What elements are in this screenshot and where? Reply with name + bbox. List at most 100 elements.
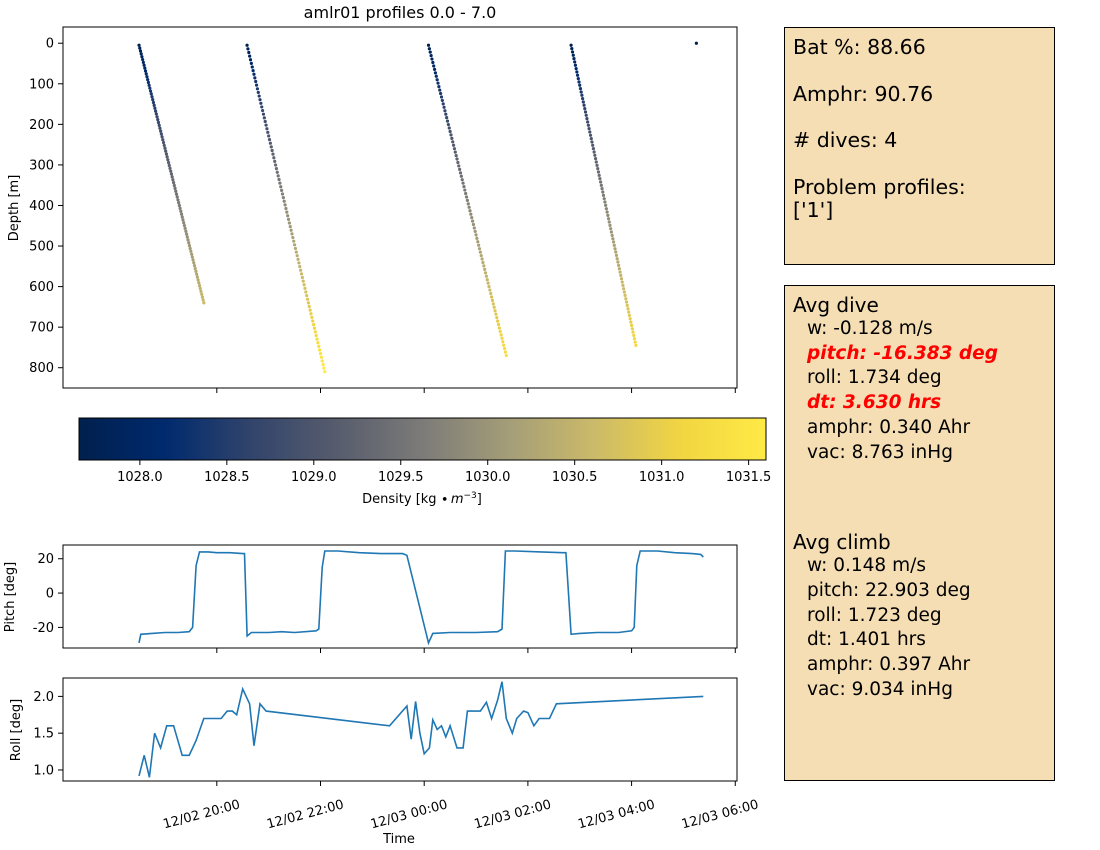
profile-point: [280, 192, 285, 196]
avg-climb-item: dt: 1.401 hrs: [807, 629, 926, 651]
x-tick-label: 12/03 02:00: [473, 797, 553, 832]
profile-point: [454, 153, 458, 158]
profile-point: [177, 203, 181, 208]
profile-point: [489, 291, 493, 296]
profile-point: [629, 320, 633, 324]
avg-climb-list: w: 0.148 m/s pitch: 22.903 deg roll: 1.723…: [793, 554, 1054, 702]
profile-point: [576, 77, 580, 81]
profile-point: [474, 233, 478, 237]
profile-point: [582, 103, 586, 107]
depth-axes-frame: [62, 26, 738, 389]
dive-count: # dives: 4: [793, 128, 898, 152]
profile-point: [160, 135, 164, 139]
profile-point: [468, 209, 472, 213]
profile-point: [267, 134, 271, 138]
profile-point: [184, 229, 188, 233]
profile-point: [498, 329, 502, 334]
profile-point: [146, 80, 151, 85]
avg-climb-item: w: 0.148 m/s: [807, 555, 926, 577]
colorbar-ticks: 1028.0 1028.5 1029.0 1029.5 1030.0 1030.5 1031…: [117, 460, 771, 485]
profile-point: [144, 72, 148, 76]
roll-x-ticks: 12/02 20:00 12/02 22:00 12/03 00:00 12/03 0…: [162, 781, 760, 832]
profile-point: [164, 152, 169, 156]
profile-point: [277, 177, 281, 182]
profile-point: [483, 271, 488, 275]
problem-profiles-title: Problem profiles:: [793, 174, 966, 199]
profile-point: [287, 221, 291, 225]
profile-point: [323, 370, 327, 374]
profile-point: [272, 156, 276, 160]
profile-point: [492, 305, 496, 309]
avg-dive-item: dt: 3.630 hrs: [807, 392, 942, 414]
profile-point: [588, 130, 592, 134]
profile-point: [499, 333, 503, 337]
profile-point: [318, 348, 322, 352]
profile-point: [158, 126, 162, 130]
profile-point: [251, 69, 255, 73]
profile-point: [429, 53, 433, 58]
pitch-x-ticks: [216, 648, 736, 653]
profile-point: [262, 116, 266, 120]
y-tick-label: 800: [29, 361, 54, 376]
profile-point: [183, 226, 187, 231]
profile-point: [624, 300, 629, 304]
colorbar-tick-label: 1031.0: [639, 470, 685, 485]
profile-point: [149, 92, 153, 96]
profile-point: [254, 79, 258, 84]
profile-point: [276, 174, 280, 178]
profile-point: [575, 73, 580, 77]
profile-point: [632, 337, 637, 341]
profile-point: [313, 330, 317, 334]
profile-point: [488, 288, 492, 292]
x-tick-label: 12/02 22:00: [265, 797, 345, 832]
profile-point: [263, 119, 267, 124]
profile-point: [286, 217, 291, 221]
profile-point: [169, 169, 173, 173]
profile-point: [622, 290, 626, 294]
time-x-label: Time: [382, 832, 415, 847]
profile-point: [273, 159, 277, 163]
profile-point: [633, 340, 637, 344]
profile-point: [460, 178, 464, 182]
profile-point: [611, 240, 616, 244]
avg-dive-list: w: -0.128 m/s pitch: -16.383 deg roll: 1.7…: [793, 317, 1054, 465]
profile-point: [448, 129, 452, 134]
profile-point: [154, 109, 158, 113]
profile-point: [607, 220, 611, 224]
profile-point: [619, 277, 624, 281]
profile-point: [466, 202, 470, 206]
profile-point: [306, 301, 311, 305]
profile-point: [617, 263, 621, 267]
profile-point: [461, 181, 465, 185]
profile-point: [440, 98, 444, 103]
profile-point: [151, 100, 156, 105]
profile-point: [473, 229, 477, 234]
profile-point: [445, 116, 449, 120]
profile-point: [436, 81, 440, 85]
profile-point: [304, 290, 308, 294]
y-tick-label: 2.0: [33, 690, 54, 705]
profile-point: [581, 100, 585, 104]
y-tick-label: 500: [29, 240, 54, 255]
profile-point: [188, 246, 192, 251]
profile-point: [299, 272, 304, 276]
profile-point: [273, 163, 278, 167]
profile-point: [626, 307, 630, 311]
profile-point: [585, 117, 589, 121]
profile-point: [308, 308, 312, 312]
profile-point: [157, 123, 161, 127]
profile-point: [275, 170, 279, 174]
profile-point: [322, 366, 326, 370]
profile-point: [471, 222, 476, 227]
colorbar-gradient: [78, 417, 767, 461]
profile-point: [281, 196, 285, 200]
profile-point: [462, 185, 466, 189]
profile-point: [479, 253, 483, 258]
profile-point: [317, 344, 321, 348]
profile-point: [265, 127, 269, 131]
profile-point: [628, 317, 632, 321]
profile-point: [310, 315, 314, 319]
profile-point: [573, 60, 577, 64]
profile-point: [139, 52, 143, 56]
profile-point: [146, 77, 150, 82]
